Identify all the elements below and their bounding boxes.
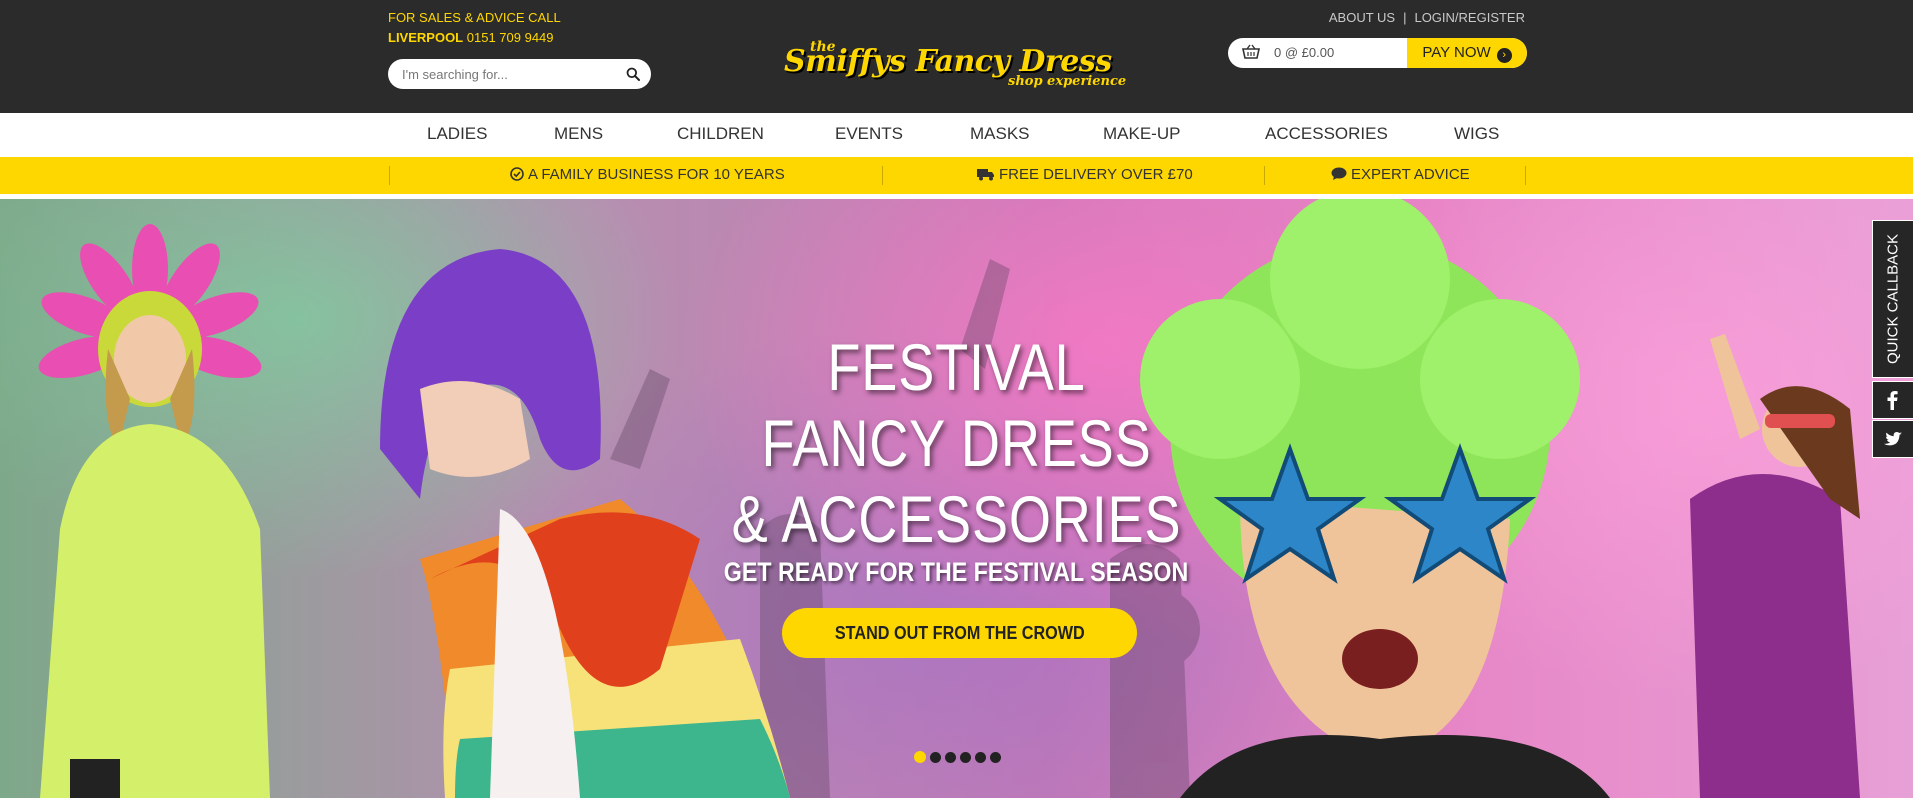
pay-now-button[interactable]: PAY NOW ›: [1407, 38, 1527, 68]
facebook-icon: [1887, 391, 1898, 410]
top-header: FOR SALES & ADVICE CALL LIVERPOOL 0151 7…: [0, 0, 1913, 113]
search-icon[interactable]: [626, 67, 640, 81]
search-input[interactable]: [402, 64, 612, 84]
account-links: ABOUT US | LOGIN/REGISTER: [1329, 10, 1525, 25]
callback-label: QUICK CALLBACK: [1884, 233, 1902, 365]
site-logo[interactable]: the Smiffys Fancy Dress shop experience: [780, 34, 1132, 94]
hero-subheadline: GET READY FOR THE FESTIVAL SEASON: [0, 557, 1913, 588]
login-register-link[interactable]: LOGIN/REGISTER: [1414, 10, 1525, 25]
main-nav: LADIES MENS CHILDREN EVENTS MASKS MAKE-U…: [0, 113, 1913, 157]
cart-summary: 0 @ £0.00: [1274, 45, 1335, 60]
slider-dot[interactable]: [945, 752, 956, 763]
twitter-icon: [1884, 432, 1902, 446]
subheadline-text: GET READY FOR THE FESTIVAL SEASON: [724, 557, 1189, 587]
sales-city: LIVERPOOL: [388, 30, 464, 45]
nav-item-make-up[interactable]: MAKE-UP: [1103, 124, 1180, 144]
slider-dot[interactable]: [975, 752, 986, 763]
nav-item-wigs[interactable]: WIGS: [1454, 124, 1499, 144]
search-box: [388, 59, 651, 89]
slider-dot[interactable]: [930, 752, 941, 763]
usp-divider: [1264, 166, 1265, 185]
usp-text: A FAMILY BUSINESS FOR 10 YEARS: [528, 166, 785, 183]
usp-text: FREE DELIVERY OVER £70: [999, 166, 1193, 183]
slider-dot[interactable]: [990, 752, 1001, 763]
sales-phone[interactable]: 0151 709 9449: [467, 30, 554, 45]
usp-bar: A FAMILY BUSINESS FOR 10 YEARS FREE DELI…: [0, 157, 1913, 194]
headline-line: FANCY DRESS: [761, 406, 1152, 480]
nav-item-masks[interactable]: MASKS: [970, 124, 1030, 144]
usp-expert-advice: EXPERT ADVICE: [1331, 166, 1470, 183]
usp-divider: [882, 166, 883, 185]
basket-icon: [1242, 44, 1260, 59]
nav-item-mens[interactable]: MENS: [554, 124, 603, 144]
slider-dot[interactable]: [960, 752, 971, 763]
cta-label: STAND OUT FROM THE CROWD: [834, 623, 1085, 643]
truck-icon: [977, 169, 994, 181]
twitter-button[interactable]: [1872, 420, 1913, 458]
slider-dot[interactable]: [914, 751, 926, 763]
pay-now-label: PAY NOW: [1422, 44, 1491, 61]
logo-tagline: shop experience: [1008, 74, 1127, 89]
nav-item-events[interactable]: EVENTS: [835, 124, 903, 144]
hero-headline: FESTIVAL FANCY DRESS & ACCESSORIES: [0, 329, 1913, 557]
nav-item-ladies[interactable]: LADIES: [427, 124, 487, 144]
hero-banner[interactable]: FESTIVAL FANCY DRESS & ACCESSORIES GET R…: [0, 199, 1913, 798]
headline-line: & ACCESSORIES: [731, 482, 1182, 556]
usp-divider: [389, 166, 390, 185]
comment-icon: [1331, 167, 1347, 180]
sales-line: FOR SALES & ADVICE CALL: [388, 10, 561, 25]
facebook-button[interactable]: [1872, 381, 1913, 419]
cart-widget[interactable]: 0 @ £0.00 PAY NOW ›: [1228, 38, 1527, 68]
usp-text: EXPERT ADVICE: [1351, 166, 1470, 183]
usp-family-business: A FAMILY BUSINESS FOR 10 YEARS: [510, 166, 785, 183]
link-separator: |: [1403, 10, 1407, 25]
check-circle-icon: [510, 167, 524, 181]
quick-callback-tab[interactable]: QUICK CALLBACK: [1872, 220, 1913, 378]
arrow-right-icon: ›: [1496, 48, 1512, 63]
stand-out-button[interactable]: STAND OUT FROM THE CROWD: [782, 608, 1137, 658]
nav-item-accessories[interactable]: ACCESSORIES: [1265, 124, 1388, 144]
nav-item-children[interactable]: CHILDREN: [677, 124, 764, 144]
sales-contact: FOR SALES & ADVICE CALL LIVERPOOL 0151 7…: [388, 8, 561, 48]
about-us-link[interactable]: ABOUT US: [1329, 10, 1395, 25]
usp-free-delivery: FREE DELIVERY OVER £70: [977, 166, 1193, 183]
usp-divider: [1525, 166, 1526, 185]
headline-line: FESTIVAL: [827, 330, 1086, 404]
